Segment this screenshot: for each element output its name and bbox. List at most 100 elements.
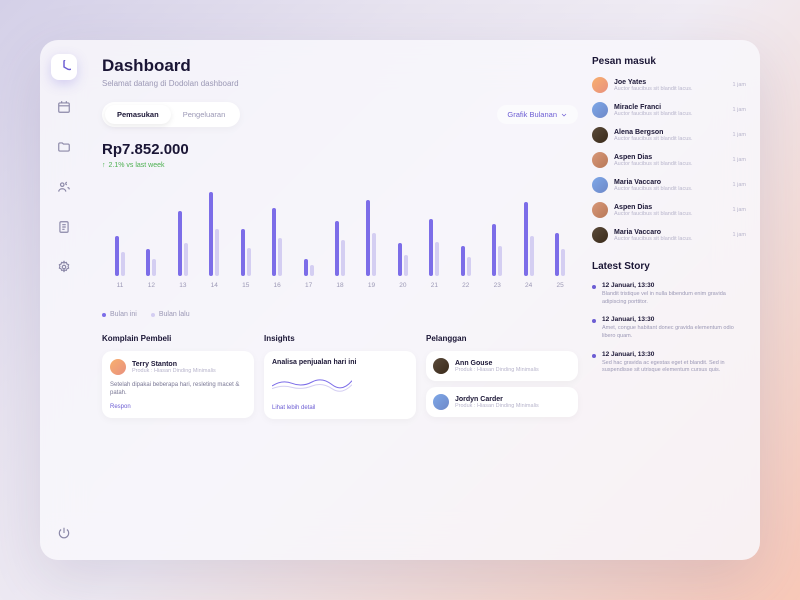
message-time: 1 jam [733, 157, 746, 163]
message-name: Alena Bergson [614, 129, 727, 136]
notes-icon [57, 220, 71, 234]
bar-current [335, 221, 339, 276]
avatar [592, 102, 608, 118]
x-label: 23 [483, 282, 511, 289]
tabs: Pemasukan Pengeluaran [102, 102, 240, 127]
complaint-text: Setelah dipakai beberapa hari, resleting… [110, 381, 246, 398]
avatar [592, 177, 608, 193]
tab-expense[interactable]: Pengeluaran [171, 105, 238, 124]
nav-folder[interactable] [51, 134, 77, 160]
card-body: Terry Stanton Produk : Hiasan Dinding Mi… [102, 351, 254, 418]
folder-icon [57, 140, 71, 154]
story-date: 12 Januari, 13:30 [602, 282, 746, 289]
message-time: 1 jam [733, 182, 746, 188]
trend-text: 2.1% vs last week [109, 162, 165, 169]
latest-story: Latest Story 12 Januari, 13:30Blandit tr… [592, 261, 746, 375]
app-window: Dashboard Selamat datang di Dodolan dash… [40, 40, 760, 560]
controls-row: Pemasukan Pengeluaran Grafik Bulanan [102, 102, 578, 127]
bar-group [169, 211, 197, 276]
nav-users[interactable] [51, 174, 77, 200]
bar-group [232, 229, 260, 277]
legend-dot-icon [151, 313, 155, 317]
bar-group [263, 208, 291, 276]
x-label: 18 [326, 282, 354, 289]
bar-group [420, 219, 448, 276]
inbox-message[interactable]: Joe YatesAuctor faucibus sit blandit lac… [592, 77, 746, 93]
bar-previous [467, 257, 471, 276]
power-icon [57, 526, 71, 540]
bullet-icon [592, 354, 596, 358]
total-amount: Rp7.852.000 [102, 141, 578, 158]
avatar [433, 394, 449, 410]
story-date: 12 Januari, 13:30 [602, 316, 746, 323]
chart-period-dropdown[interactable]: Grafik Bulanan [497, 105, 578, 124]
message-name: Joe Yates [614, 79, 727, 86]
story-item[interactable]: 12 Januari, 13:30 Amet, congue habitant d… [592, 316, 746, 340]
calendar-icon [57, 100, 71, 114]
nav-settings[interactable] [51, 254, 77, 280]
bar-group [546, 233, 574, 276]
nav-dashboard[interactable] [51, 54, 77, 80]
bar-previous [278, 238, 282, 276]
complaints-card: Komplain Pembeli Terry Stanton Produk : … [102, 334, 254, 423]
nav-logout[interactable] [51, 520, 77, 546]
x-label: 20 [389, 282, 417, 289]
bar-current [398, 243, 402, 276]
bar-group [137, 249, 165, 276]
message-time: 1 jam [733, 232, 746, 238]
bar-previous [404, 255, 408, 276]
x-label: 16 [263, 282, 291, 289]
bar-current [209, 192, 213, 276]
chevron-down-icon [560, 111, 568, 119]
message-sub: Auctor faucibus sit blandit lacus. [614, 111, 727, 117]
insights-card: Insights Analisa penjualan hari ini Liha… [264, 334, 416, 423]
story-text: Sed hac gravida ac egestas eget et bland… [602, 360, 746, 375]
customers-card: Pelanggan Ann GouseProduk : Hiasan Dindi… [426, 334, 578, 423]
nav-notes[interactable] [51, 214, 77, 240]
bar-current [492, 224, 496, 276]
story-text: Amet, congue habitant donec gravida elem… [602, 325, 746, 340]
nav-calendar[interactable] [51, 94, 77, 120]
insights-heading: Analisa penjualan hari ini [272, 359, 408, 366]
message-name: Aspen Dias [614, 154, 727, 161]
customer-item[interactable]: Ann GouseProduk : Hiasan Dinding Minimal… [426, 351, 578, 381]
bar-current [524, 202, 528, 276]
complaint-person: Terry Stanton Produk : Hiasan Dinding Mi… [110, 359, 246, 375]
x-label: 19 [358, 282, 386, 289]
message-sub: Auctor faucibus sit blandit lacus. [614, 236, 727, 242]
bar-group [295, 259, 323, 276]
bar-current [115, 236, 119, 276]
respond-link[interactable]: Respon [110, 404, 246, 410]
inbox-message[interactable]: Aspen DiasAuctor faucibus sit blandit la… [592, 152, 746, 168]
bar-previous [310, 265, 314, 276]
sidebar [40, 40, 88, 560]
bar-previous [341, 240, 345, 276]
customer-item[interactable]: Jordyn CarderProduk : Hiasan Dinding Min… [426, 387, 578, 417]
bar-previous [247, 248, 251, 277]
message-time: 1 jam [733, 107, 746, 113]
bullet-icon [592, 319, 596, 323]
sparkline-chart [272, 374, 352, 394]
inbox-message[interactable]: Maria VaccaroAuctor faucibus sit blandit… [592, 177, 746, 193]
story-item[interactable]: 12 Januari, 13:30Sed hac gravida ac eges… [592, 351, 746, 375]
legend-dot-icon [102, 313, 106, 317]
story-item[interactable]: 12 Januari, 13:30Blandit tristique vel i… [592, 282, 746, 306]
x-label: 11 [106, 282, 134, 289]
avatar [592, 227, 608, 243]
inbox-message[interactable]: Maria VaccaroAuctor faucibus sit blandit… [592, 227, 746, 243]
bar-previous [530, 236, 534, 276]
bottom-cards: Komplain Pembeli Terry Stanton Produk : … [102, 334, 578, 423]
tab-income[interactable]: Pemasukan [105, 105, 171, 124]
inbox-message[interactable]: Aspen DiasAuctor faucibus sit blandit la… [592, 202, 746, 218]
detail-link[interactable]: Lihat lebih detail [272, 405, 408, 411]
card-title: Insights [264, 334, 416, 343]
bar-current [178, 211, 182, 276]
inbox-message[interactable]: Miracle FranciAuctor faucibus sit blandi… [592, 102, 746, 118]
arrow-up-icon: ↑ [102, 162, 106, 169]
chart-legend: Bulan ini Bulan lalu [102, 311, 578, 318]
inbox-message[interactable]: Alena BergsonAuctor faucibus sit blandit… [592, 127, 746, 143]
legend-current: Bulan ini [102, 311, 137, 318]
message-time: 1 jam [733, 82, 746, 88]
customer-name: Ann Gouse [455, 360, 539, 367]
x-label: 17 [295, 282, 323, 289]
